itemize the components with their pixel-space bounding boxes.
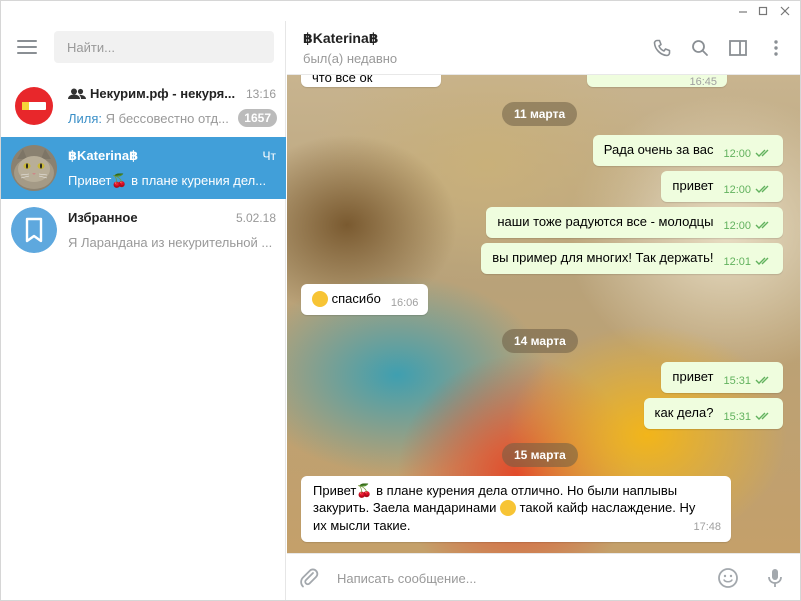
search-icon[interactable] — [690, 38, 710, 58]
minimize-button[interactable] — [733, 1, 753, 21]
double-check-icon — [755, 257, 769, 265]
double-check-icon — [755, 221, 769, 229]
message-text: как дела? — [654, 405, 714, 420]
dialog-name: ฿Katerina฿ — [68, 148, 139, 163]
message-time: 16:45 — [689, 76, 717, 88]
hamburger-menu-icon[interactable] — [17, 40, 37, 54]
message-text: спасибо — [331, 291, 381, 306]
close-button[interactable] — [775, 1, 795, 21]
attach-paperclip-icon[interactable] — [298, 567, 320, 589]
group-icon — [68, 88, 86, 99]
message-bubble-outgoing: привет 15:31 — [661, 362, 783, 393]
double-check-icon — [755, 185, 769, 193]
message-text: наши тоже радуются все - молодцы — [497, 214, 714, 229]
message-time: 12:00 — [723, 148, 751, 160]
minimize-icon — [739, 11, 747, 13]
dialog-preview: Я Ларандана из некурительной ... — [68, 235, 273, 250]
preview-text: Я бессовестно отд... — [102, 111, 229, 126]
message-text: что все ок — [312, 75, 373, 85]
chat-panel: ฿Katerina฿ был(а) недавно что все ок 16:… — [287, 21, 800, 600]
more-options-icon[interactable] — [766, 38, 786, 58]
message-bubble-outgoing: как дела? 15:31 — [643, 398, 783, 429]
dialog-name: Некурим.рф - некуря... — [68, 86, 238, 101]
dialog-time: Чт — [262, 149, 277, 163]
message-bubble-incoming: Привет🍒 в плане курения дела отлично. Но… — [301, 476, 731, 542]
message-text: Рада очень за вас — [603, 142, 714, 157]
sidebar-toggle-icon[interactable] — [728, 38, 748, 58]
message-bubble-outgoing: 16:45 — [587, 75, 727, 88]
message-text-line: закурить. Заела мандаринами такой кайф н… — [313, 499, 696, 516]
double-check-icon — [755, 149, 769, 157]
message-time: 17:48 — [693, 521, 721, 533]
dialog-name: Избранное — [68, 210, 138, 225]
double-check-icon — [755, 376, 769, 384]
date-separator: 14 марта — [502, 329, 578, 353]
message-text-line: их мысли такие. — [313, 517, 411, 533]
smile-emoji-icon — [312, 290, 328, 307]
message-time: 16:06 — [390, 297, 419, 309]
message-time: 12:00 — [723, 184, 751, 196]
message-bubble-outgoing: вы пример для многих! Так держать! 12:01 — [481, 243, 783, 274]
sidebar: Некурим.рф - некуря... 13:16 Лиля: Я бес… — [1, 21, 286, 600]
message-text: привет — [672, 178, 714, 193]
phone-icon[interactable] — [652, 38, 672, 58]
date-separator: 11 марта — [502, 102, 578, 126]
dialog-list: Некурим.рф - некуря... 13:16 Лиля: Я бес… — [1, 75, 286, 261]
emoji-icon[interactable] — [717, 567, 739, 589]
message-bubble-outgoing: привет 12:00 — [661, 171, 783, 202]
chat-status: был(а) недавно — [303, 51, 398, 66]
dialog-preview: Лиля: Я бессовестно отд... — [68, 111, 233, 126]
cat-avatar — [11, 145, 57, 191]
dialog-time: 5.02.18 — [235, 211, 276, 225]
message-bubble-incoming: что все ок — [301, 75, 441, 87]
dialog-item-nekurim[interactable]: Некурим.рф - некуря... 13:16 Лиля: Я бес… — [1, 75, 286, 137]
bookmark-icon — [11, 207, 57, 253]
search-input[interactable] — [54, 31, 274, 63]
message-time: 12:00 — [723, 220, 751, 232]
dialog-preview: Привет🍒 в плане курения дел... — [68, 173, 267, 188]
no-smoking-icon — [11, 83, 57, 129]
message-time: 12:01 — [723, 256, 751, 268]
chat-title[interactable]: ฿Katerina฿ — [303, 30, 379, 47]
maximize-button[interactable] — [753, 1, 773, 21]
message-time: 15:31 — [723, 411, 751, 423]
close-icon — [780, 6, 790, 16]
message-text: вы пример для многих! Так держать! — [492, 250, 714, 265]
double-check-icon — [755, 412, 769, 420]
message-bubble-outgoing: Рада очень за вас 12:00 — [592, 135, 783, 166]
message-bubble-incoming: спасибо 16:06 — [301, 284, 429, 315]
chat-header: ฿Katerina฿ был(а) недавно — [287, 21, 800, 75]
title-bar — [1, 1, 800, 21]
unread-badge: 1657 — [238, 109, 277, 127]
dialog-time: 13:16 — [245, 87, 276, 101]
message-text-line: Привет🍒 в плане курения дела отлично. Но… — [313, 483, 678, 498]
message-composer — [287, 553, 800, 600]
message-input[interactable] — [337, 566, 697, 590]
dialog-item-katerina[interactable]: ฿Katerina฿ Чт Привет🍒 в плане курения де… — [1, 137, 286, 199]
sidebar-header — [1, 21, 286, 75]
cherry-emoji-icon: 🍒 — [356, 483, 373, 498]
maximize-icon — [758, 6, 768, 16]
dialog-item-saved-messages[interactable]: Избранное 5.02.18 Я Ларандана из некурит… — [1, 199, 286, 261]
message-area[interactable]: что все ок 16:45 11 марта Рада очень за … — [287, 75, 800, 553]
message-time: 15:31 — [723, 375, 751, 387]
date-separator: 15 марта — [502, 443, 578, 467]
message-text: привет — [672, 369, 714, 384]
message-bubble-outgoing: наши тоже радуются все - молодцы 12:00 — [486, 207, 783, 238]
grin-emoji-icon — [500, 499, 517, 516]
microphone-icon[interactable] — [764, 567, 786, 589]
preview-sender: Лиля: — [68, 111, 103, 126]
telegram-window: Некурим.рф - некуря... 13:16 Лиля: Я бес… — [0, 0, 801, 601]
